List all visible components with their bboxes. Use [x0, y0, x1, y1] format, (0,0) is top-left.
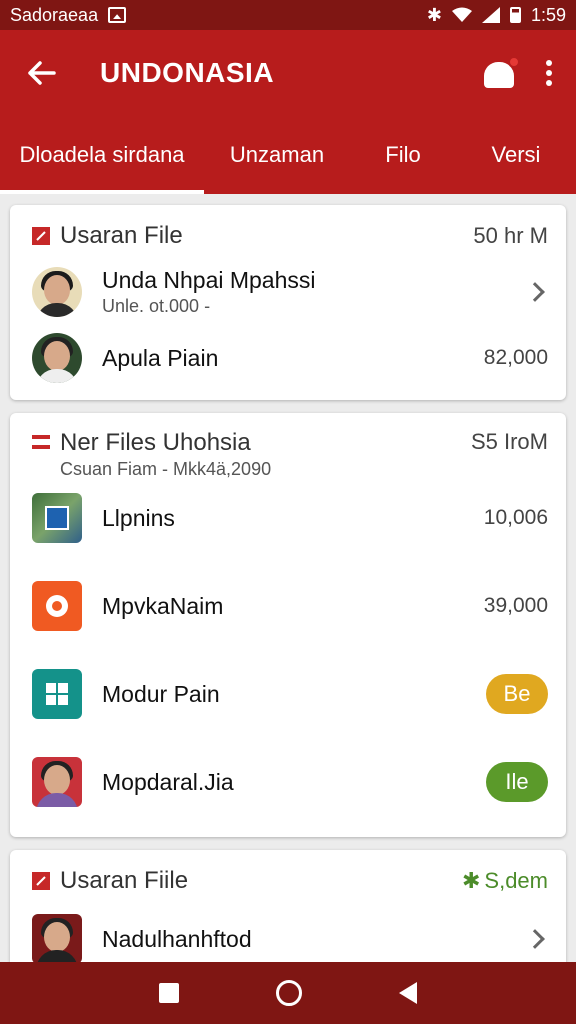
orange-app-icon [32, 581, 82, 631]
card-title: Usaran File [60, 222, 183, 249]
card-subtitle: Csuan Fiam - Mkk4ä,2090 [60, 459, 272, 479]
item-value: 82,000 [483, 346, 548, 369]
status-bar: Sadoraeaa ✱ 1:59 [0, 0, 576, 30]
back-button[interactable] [399, 982, 418, 1004]
item-name: Apula Piain [102, 344, 219, 371]
status-badge[interactable]: Ile [486, 762, 548, 802]
item-name: Nadulhanhftod [102, 925, 252, 952]
item-name: Llpnins [102, 504, 175, 531]
leaf-icon: ✱ [461, 868, 481, 893]
avatar [32, 914, 82, 964]
wifi-icon [451, 7, 472, 22]
item-name: Unda Nhpai Mpahssi [102, 267, 316, 293]
tab-versi[interactable]: Versi [456, 116, 576, 194]
app-title: UNDONASIA [100, 57, 275, 88]
item-value: 10,006 [483, 506, 548, 529]
windows-app-icon [32, 669, 82, 719]
chevron-right-icon[interactable] [525, 282, 545, 302]
list-item[interactable]: Modur Pain Be [32, 669, 548, 719]
card-title: Usaran Fiile [60, 867, 189, 894]
notification-bell-icon[interactable] [482, 56, 520, 90]
list-item[interactable]: Unda Nhpai Mpahssi Unle. ot.000 - [32, 267, 548, 317]
tab-dloadela-sirdana[interactable]: Dloadela sirdana [0, 116, 204, 194]
more-options-icon[interactable] [544, 60, 554, 86]
card-usaran-fiile: Usaran Fiile ✱ S,dem Nadulhanhftod [10, 850, 566, 980]
card-header: Ner Files Uhohsia Csuan Fiam - Mkk4ä,209… [10, 413, 566, 479]
card-header: Usaran File 50 hr M [10, 205, 566, 267]
file-icon [32, 872, 50, 890]
list-item[interactable]: Llpnins 10,006 [32, 493, 548, 543]
card-meta: 50 hr M [473, 223, 548, 248]
notification-dot [508, 56, 520, 68]
list-item[interactable]: Nadulhanhftod [32, 914, 548, 964]
card-meta: ✱ S,dem [462, 868, 548, 894]
item-name: MpvkaNaim [102, 592, 224, 619]
item-name: Modur Pain [102, 680, 220, 707]
list-item[interactable]: Mopdaral.Jia Ile [32, 757, 548, 807]
tab-unzaman[interactable]: Unzaman [204, 116, 350, 194]
signal-icon [481, 7, 500, 23]
avatar [32, 333, 82, 383]
list-item[interactable]: Apula Piain 82,000 [32, 333, 548, 383]
tab-filo[interactable]: Filo [350, 116, 456, 194]
app-bar: UNDONASIA [0, 30, 576, 116]
avatar [32, 267, 82, 317]
tab-bar: Dloadela sirdana Unzaman Filo Versi [0, 116, 576, 194]
bluetooth-icon: ✱ [426, 4, 442, 25]
card-meta-text: S,dem [484, 868, 548, 893]
landscape-app-icon [32, 493, 82, 543]
recents-button[interactable] [158, 983, 179, 1003]
item-value: 39,000 [483, 594, 548, 617]
file-icon [32, 227, 50, 245]
card-title: Ner Files Uhohsia [60, 429, 251, 456]
image-notification-icon [108, 7, 127, 23]
battery-icon [509, 7, 521, 23]
system-nav-bar [0, 962, 576, 1024]
back-arrow-icon[interactable] [22, 53, 62, 93]
card-meta: S5 IroM [470, 429, 548, 454]
chevron-right-icon[interactable] [525, 929, 545, 949]
card-header: Usaran Fiile ✱ S,dem [10, 850, 566, 912]
avatar [32, 757, 82, 807]
status-time: 1:59 [530, 4, 566, 25]
card-usaran-file: Usaran File 50 hr M Unda Nhpai Mpahssi U… [10, 205, 566, 400]
card-new-files: Ner Files Uhohsia Csuan Fiam - Mkk4ä,209… [10, 413, 566, 837]
status-badge[interactable]: Be [486, 674, 548, 714]
status-left-text: Sadoraeaa [10, 4, 99, 25]
item-subtitle: Unle. ot.000 - [102, 296, 211, 316]
item-name: Mopdaral.Jia [102, 768, 234, 795]
home-button[interactable] [275, 980, 302, 1006]
list-item[interactable]: MpvkaNaim 39,000 [32, 581, 548, 631]
flag-icon [32, 435, 50, 449]
